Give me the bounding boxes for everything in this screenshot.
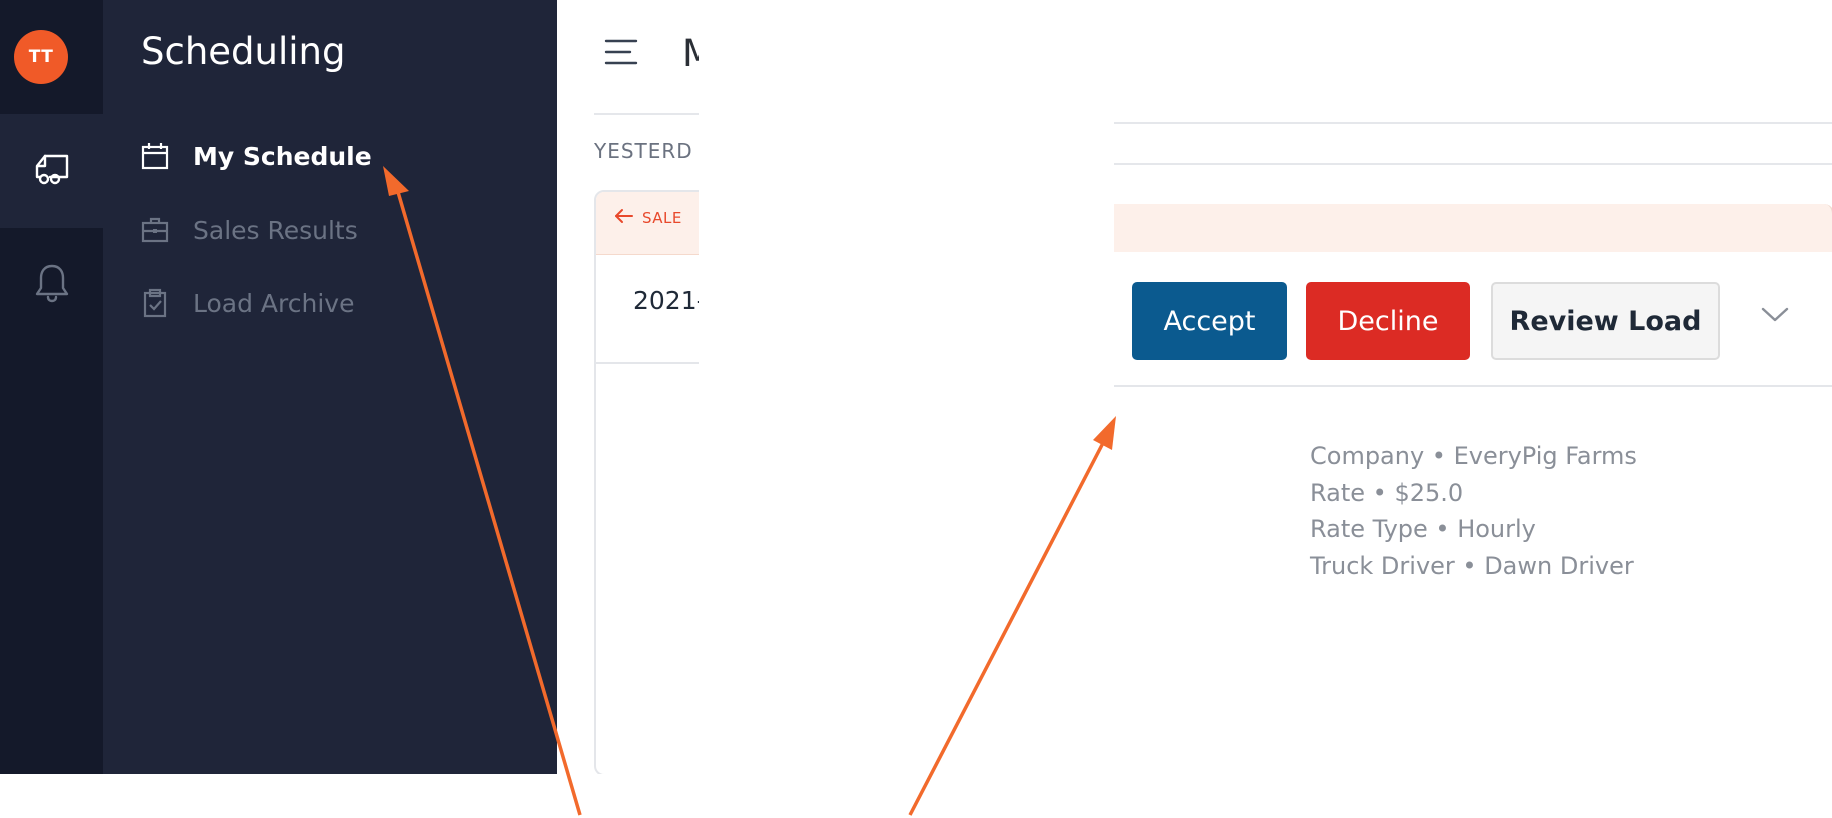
sidebar-item-label: Sales Results	[193, 215, 358, 245]
rail-item-trucking[interactable]	[0, 114, 103, 228]
accept-button[interactable]: Accept	[1132, 282, 1287, 360]
sale-label: SALE	[642, 209, 682, 227]
load-card: SALE 2021-	[594, 190, 699, 774]
sidebar-item-label: Load Archive	[193, 288, 355, 318]
row-divider	[596, 362, 699, 364]
row-divider	[1114, 385, 1832, 387]
page-title: M	[682, 32, 699, 75]
review-load-button[interactable]: Review Load	[1491, 282, 1720, 360]
detail-company: Company • EveryPig Farms	[1310, 442, 1637, 470]
sidebar-item-label: My Schedule	[193, 141, 372, 171]
arrow-left-icon	[614, 208, 634, 228]
hamburger-menu-icon[interactable]	[604, 38, 638, 70]
sale-banner	[1114, 204, 1832, 252]
briefcase-icon	[139, 214, 171, 246]
sidebar-item-load-archive[interactable]: Load Archive	[139, 283, 354, 323]
calendar-icon	[139, 140, 171, 172]
header-divider	[594, 113, 699, 115]
icon-rail: TT	[0, 0, 103, 774]
section-divider	[1114, 163, 1832, 165]
sidebar-title: Scheduling	[141, 30, 346, 73]
avatar[interactable]: TT	[14, 30, 68, 84]
detail-rate-type: Rate Type • Hourly	[1310, 515, 1536, 543]
sidebar-item-sales-results[interactable]: Sales Results	[139, 210, 358, 250]
bell-icon	[34, 263, 70, 307]
load-details: Company • EveryPig Farms Rate • $25.0 Ra…	[1310, 438, 1637, 584]
decline-button[interactable]: Decline	[1306, 282, 1470, 360]
detail-rate: Rate • $25.0	[1310, 478, 1464, 507]
chevron-down-icon[interactable]	[1760, 306, 1790, 328]
sidebar-item-my-schedule[interactable]: My Schedule	[139, 136, 372, 176]
sale-tag: SALE	[614, 208, 682, 228]
truck-icon	[33, 152, 71, 190]
zoomed-region: Accept Decline Review Load Company • Eve…	[1114, 0, 1832, 774]
day-label: YESTERD	[594, 139, 693, 163]
rail-item-notifications[interactable]	[0, 228, 103, 342]
main-left-strip: M YESTERD SALE 2021-	[557, 0, 699, 774]
clipboard-check-icon	[139, 287, 171, 319]
detail-truck-driver: Truck Driver • Dawn Driver	[1310, 551, 1634, 580]
sidebar: Scheduling My Schedule Sales Results Loa…	[103, 0, 557, 774]
sale-banner: SALE	[596, 192, 699, 255]
load-date: 2021-	[633, 286, 699, 315]
header-divider	[1114, 122, 1832, 124]
